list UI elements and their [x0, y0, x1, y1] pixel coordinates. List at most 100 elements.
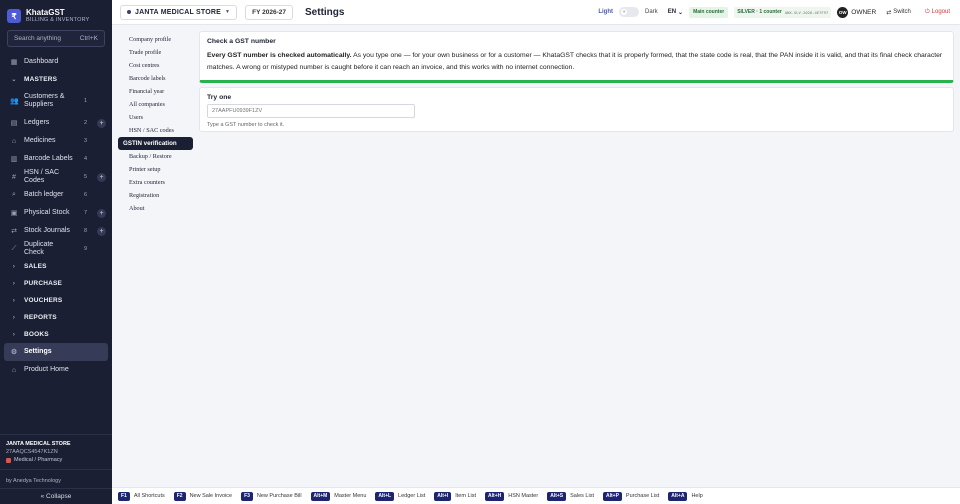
- submenu-item-company-profile[interactable]: Company profile: [118, 33, 193, 46]
- sidebar-item-count: 8: [83, 228, 87, 234]
- submenu-item-gstin-verification[interactable]: GSTIN verification: [118, 137, 193, 150]
- submenu-item-barcode-labels[interactable]: Barcode labels: [118, 72, 193, 85]
- plan-badge: SILVER · 1 counter ANX-SLV-2026-4E7F97: [734, 6, 832, 18]
- submenu-item-trade-profile[interactable]: Trade profile: [118, 46, 193, 59]
- shortcut-alt-i[interactable]: Alt+I Item List: [434, 491, 477, 501]
- section-label: PURCHASE: [24, 280, 63, 287]
- add-icon[interactable]: +: [97, 208, 106, 218]
- store-gstin: 27AAQCS4547K1ZN: [6, 449, 58, 455]
- shortcut-alt-a[interactable]: Alt+A Help: [668, 491, 703, 501]
- shortcut-key: Alt+P: [602, 491, 622, 501]
- wand-icon: ⟋: [11, 245, 17, 252]
- shortcut-f1[interactable]: F1 All Shortcuts: [118, 491, 165, 501]
- add-icon[interactable]: +: [97, 118, 106, 128]
- shortcut-label: HSN Master: [508, 493, 539, 499]
- shortcut-label: Item List: [455, 493, 477, 499]
- submenu-item-users[interactable]: Users: [118, 111, 193, 124]
- sidebar-section-purchase[interactable]: › PURCHASE: [0, 275, 112, 292]
- sidebar-section-books[interactable]: › BOOKS: [0, 326, 112, 343]
- fy-selector[interactable]: FY 2026-27: [245, 4, 294, 20]
- theme-light-label: Light: [598, 9, 614, 15]
- shortcut-alt-l[interactable]: Alt+L Ledger List: [375, 491, 425, 501]
- sidebar-item-label: Ledgers: [24, 119, 50, 126]
- sidebar-item-hsn-sac-codes[interactable]: # HSN / SAC Codes 5 +: [0, 168, 112, 186]
- section-label: REPORTS: [24, 314, 57, 321]
- add-icon[interactable]: +: [97, 172, 106, 182]
- sidebar-item-product-home[interactable]: ⌂ Product Home: [0, 361, 112, 379]
- language-label: EN: [667, 9, 677, 15]
- user-role: OWNER: [851, 8, 877, 16]
- chevron-down-icon: ⌄: [11, 77, 17, 83]
- power-icon: ⏻: [924, 8, 930, 15]
- submenu-item-backup-restore[interactable]: Backup / Restore: [118, 150, 193, 163]
- sun-icon: ☀: [621, 9, 628, 15]
- language-selector[interactable]: EN ⌄: [668, 9, 683, 16]
- shortcut-alt-m[interactable]: Alt+M Master Menu: [310, 491, 367, 501]
- submenu-item-registration[interactable]: Registration: [118, 189, 193, 202]
- logout-button[interactable]: ⏻ Logout: [921, 6, 954, 18]
- sidebar-item-batch-ledger[interactable]: ⌕ Batch ledger 6: [0, 186, 112, 204]
- sidebar-item-barcode-labels[interactable]: ▥ Barcode Labels 4: [0, 150, 112, 168]
- masters-list: 👥 Customers & Suppliers 1 ▤ Ledgers 2 + ⌂ M…: [0, 88, 112, 258]
- sidebar-item-ledgers[interactable]: ▤ Ledgers 2 +: [0, 114, 112, 132]
- plan-label: SILVER · 1 counter: [737, 9, 782, 15]
- sidebar-item-stock-journals[interactable]: ⇄ Stock Journals 8 +: [0, 222, 112, 240]
- store-selector-label: JANTA MEDICAL STORE: [135, 8, 221, 16]
- chevron-right-icon: ›: [12, 280, 16, 287]
- sidebar-item-medicines[interactable]: ⌂ Medicines 3: [0, 132, 112, 150]
- sidebar-section-reports[interactable]: › REPORTS: [0, 309, 112, 326]
- brand: ₹ KhataGST BILLING & INVENTORY: [0, 0, 112, 30]
- submenu-item-about[interactable]: About: [118, 202, 193, 215]
- sidebar-item-count: 6: [83, 192, 87, 198]
- sidebar-item-dashboard[interactable]: ▦ Dashboard: [0, 53, 112, 71]
- shortcut-alt-p[interactable]: Alt+P Purchase List: [602, 491, 659, 501]
- submenu-item-hsn-sac-codes[interactable]: HSN / SAC codes: [118, 124, 193, 137]
- sidebar-item-physical-stock[interactable]: ▣ Physical Stock 7 +: [0, 204, 112, 222]
- switch-button[interactable]: ⇄ Switch: [882, 6, 915, 18]
- user-menu[interactable]: OW OWNER: [837, 6, 877, 18]
- section-label: SALES: [24, 263, 47, 270]
- shortcut-bar: F1 All Shortcuts F2 New Sale Invoice F3 Ne…: [112, 487, 960, 504]
- sidebar-section-sales[interactable]: › SALES: [0, 258, 112, 275]
- search-icon: ⌕: [12, 191, 16, 198]
- add-icon[interactable]: +: [97, 226, 106, 236]
- search-input[interactable]: Search anything Ctrl+K: [7, 30, 105, 47]
- store-selector[interactable]: JANTA MEDICAL STORE ▼: [120, 4, 238, 20]
- submenu-item-all-companies[interactable]: All companies: [118, 98, 193, 111]
- home-icon: ⌂: [11, 366, 17, 374]
- submenu-item-cost-centres[interactable]: Cost centres: [118, 59, 193, 72]
- sidebar-item-label: Barcode Labels: [24, 155, 73, 162]
- pharmacy-icon: [6, 457, 11, 463]
- submenu-item-extra-counters[interactable]: Extra counters: [118, 176, 193, 189]
- shortcut-label: New Purchase Bill: [256, 493, 302, 499]
- collapse-button[interactable]: « Collapse: [0, 488, 112, 504]
- ledger-icon: ▤: [10, 120, 18, 127]
- gstin-hint: Type a GST number to check it.: [207, 122, 285, 128]
- store-name: JANTA MEDICAL STORE: [6, 441, 71, 447]
- sidebar-section-vouchers[interactable]: › VOUCHERS: [0, 292, 112, 309]
- sidebar-item-label: Physical Stock: [24, 209, 70, 216]
- settings-submenu: Company profile Trade profile Cost centres…: [112, 25, 198, 487]
- shortcut-alt-s[interactable]: Alt+S Sales List: [547, 491, 594, 501]
- shortcut-key: F1: [118, 491, 130, 501]
- sidebar-item-settings[interactable]: ⚙ Settings: [4, 343, 108, 361]
- gstin-input[interactable]: [207, 104, 415, 118]
- submenu-item-printer-setup[interactable]: Printer setup: [118, 163, 193, 176]
- license-key: ANX-SLV-2026-4E7F97: [784, 9, 829, 15]
- store-category-label: Medical / Pharmacy: [14, 457, 63, 463]
- sidebar-item-duplicate-check[interactable]: ⟋ Duplicate Check 9: [0, 240, 112, 258]
- theme-toggle[interactable]: ☀: [619, 7, 640, 17]
- shortcut-f2[interactable]: F2 New Sale Invoice: [173, 491, 233, 501]
- sidebar-item-label: Medicines: [24, 137, 56, 144]
- shortcut-label: Help: [691, 493, 703, 499]
- submenu-item-financial-year[interactable]: Financial year: [118, 85, 193, 98]
- sidebar-section-masters[interactable]: ⌄ MASTERS: [0, 71, 112, 88]
- shortcut-f3[interactable]: F3 New Purchase Bill: [241, 491, 302, 501]
- shortcut-label: Master Menu: [334, 493, 367, 499]
- hash-icon: #: [12, 173, 16, 181]
- sidebar-item-label: Dashboard: [24, 58, 59, 65]
- shortcut-label: New Sale Invoice: [189, 493, 233, 499]
- shortcut-alt-h[interactable]: Alt+H HSN Master: [485, 491, 539, 501]
- sidebar-item-customers-suppliers[interactable]: 👥 Customers & Suppliers 1: [0, 88, 112, 114]
- barcode-icon: ▥: [10, 156, 18, 163]
